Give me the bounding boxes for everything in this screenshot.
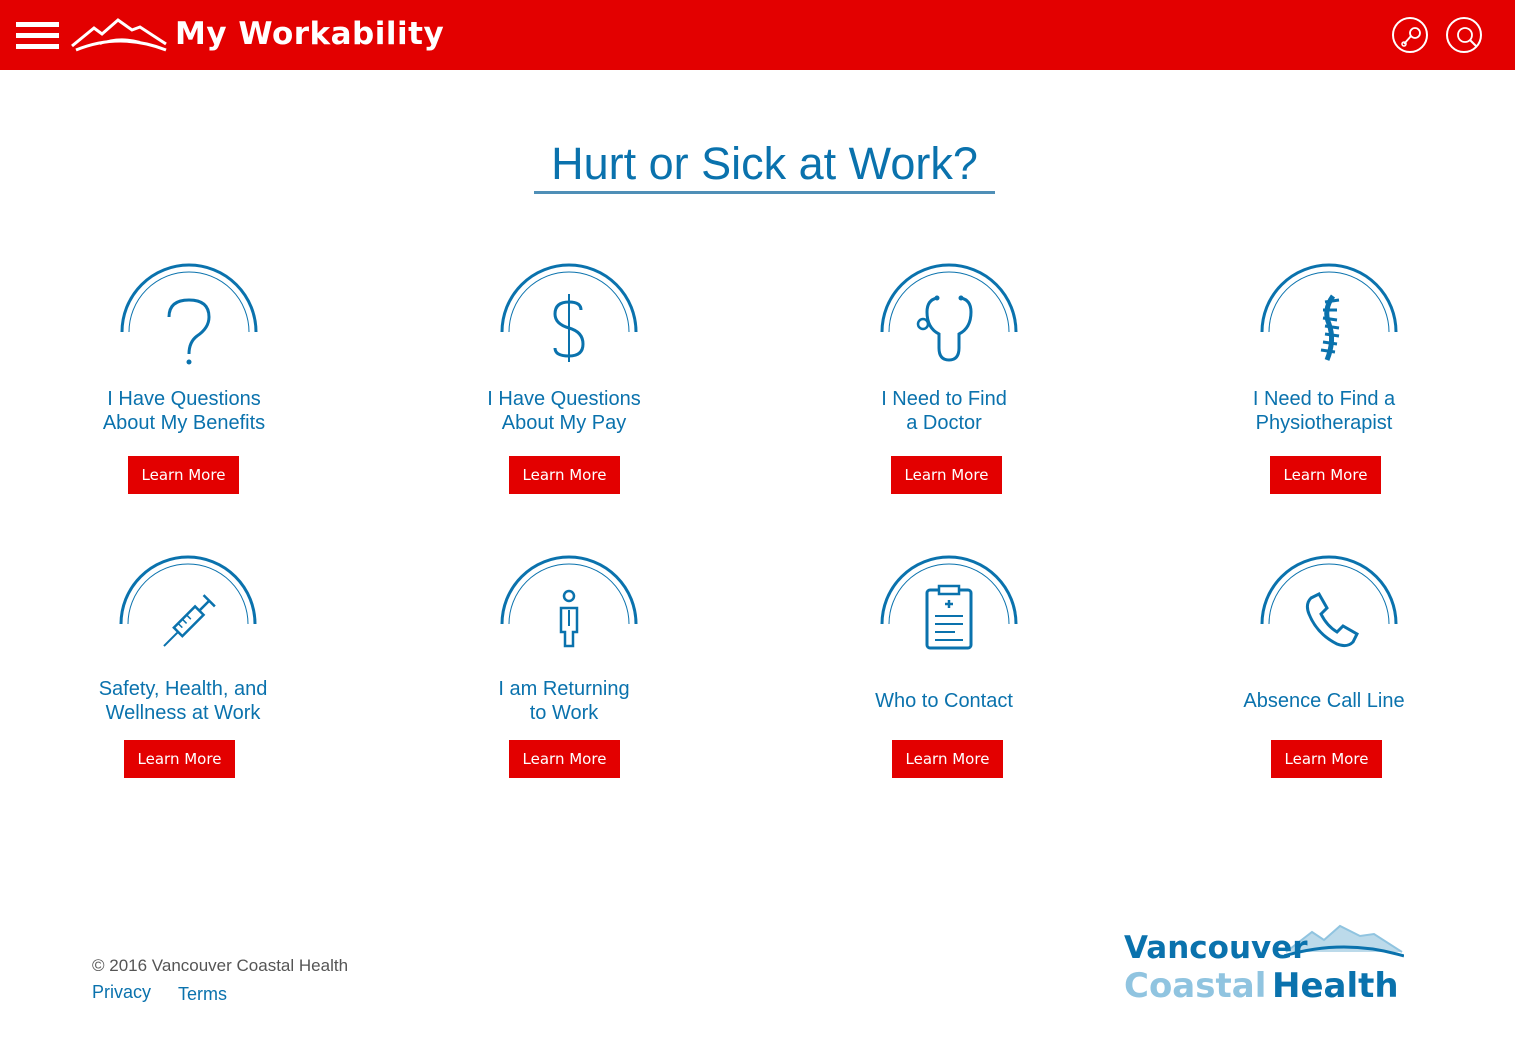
phone-icon	[1260, 555, 1398, 648]
copyright-text: © 2016 Vancouver Coastal Health	[92, 956, 349, 975]
menu-icon[interactable]	[16, 22, 59, 50]
privacy-link[interactable]: Privacy	[92, 981, 151, 1003]
terms-link[interactable]: Terms	[178, 983, 227, 1005]
learn-more-button[interactable]: Learn More	[124, 740, 235, 778]
card-label: I Have Questions About My Benefits	[102, 388, 266, 434]
profile-icon[interactable]	[1392, 17, 1428, 53]
syringe-icon	[119, 555, 257, 647]
vch-logo: Vancouver Coastal Health	[1120, 922, 1410, 1012]
logo-line2b: Health	[1272, 966, 1399, 1006]
learn-more-button[interactable]: Learn More	[891, 456, 1002, 494]
card-label: Safety, Health, and Wellness at Work	[98, 678, 268, 724]
learn-more-button[interactable]: Learn More	[509, 740, 620, 778]
stethoscope-icon	[880, 263, 1018, 362]
learn-more-button[interactable]: Learn More	[1271, 740, 1382, 778]
person-icon	[500, 555, 638, 648]
card-label: Absence Call Line	[1243, 690, 1405, 712]
card-label: Who to Contact	[875, 690, 1013, 712]
clipboard-icon	[880, 555, 1018, 650]
page-title: Hurt or Sick at Work?	[551, 138, 978, 189]
learn-more-button[interactable]: Learn More	[509, 456, 620, 494]
card-label: I Have Questions About My Pay	[487, 388, 641, 434]
question-icon	[120, 263, 258, 365]
top-bar: My Workability	[0, 0, 1515, 70]
search-icon[interactable]	[1446, 17, 1482, 53]
logo-line2a: Coastal	[1124, 966, 1267, 1006]
spine-icon	[1260, 263, 1398, 361]
card-label: I Need to Find a Doctor	[881, 388, 1007, 434]
learn-more-button[interactable]: Learn More	[128, 456, 239, 494]
card-label: I Need to Find a Physiotherapist	[1252, 388, 1396, 434]
learn-more-button[interactable]: Learn More	[1270, 456, 1381, 494]
mountain-logo[interactable]	[70, 14, 168, 54]
logo-line1: Vancouver	[1124, 930, 1308, 966]
title-underline	[534, 191, 995, 194]
card-label: I am Returning to Work	[498, 678, 630, 724]
learn-more-button[interactable]: Learn More	[892, 740, 1003, 778]
app-title[interactable]: My Workability	[175, 14, 444, 54]
dollar-icon	[500, 263, 638, 362]
